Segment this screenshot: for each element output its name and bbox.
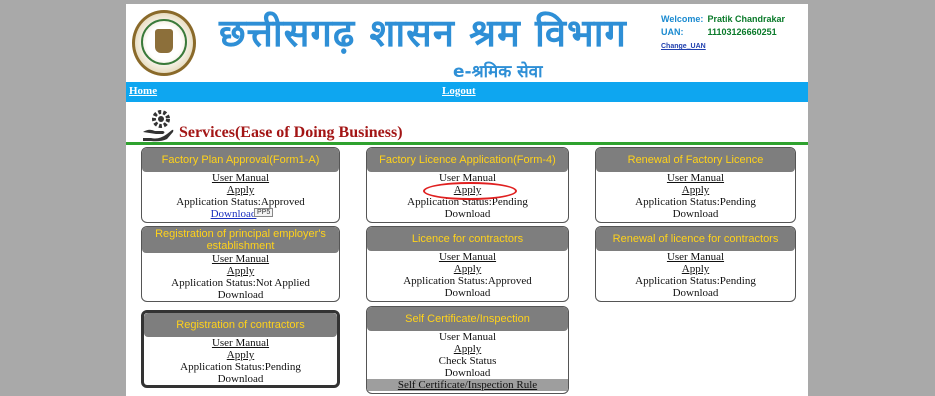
state-emblem-logo xyxy=(132,10,196,76)
emblem-lion-icon xyxy=(155,29,173,53)
download-link[interactable]: Download xyxy=(367,367,568,379)
card-factory-plan-approval: Factory Plan Approval(Form1-A) User Manu… xyxy=(141,147,340,223)
user-manual-link[interactable]: User Manual xyxy=(596,172,795,184)
user-manual-link[interactable]: User Manual xyxy=(596,251,795,263)
user-manual-link[interactable]: User Manual xyxy=(142,253,339,265)
card-renewal-factory-licence: Renewal of Factory Licence User Manual A… xyxy=(595,147,796,223)
apply-link[interactable]: Apply xyxy=(144,349,337,361)
download-link[interactable]: Download xyxy=(367,287,568,299)
card-self-certificate-inspection: Self Certificate/Inspection User Manual … xyxy=(366,306,569,394)
uan-label: UAN: xyxy=(661,27,684,37)
user-manual-link[interactable]: User Manual xyxy=(144,337,337,349)
service-subtitle: e-श्रमिक सेवा xyxy=(453,62,543,82)
card-body: User Manual Apply Application Status:Not… xyxy=(142,253,339,301)
download-link[interactable]: Download xyxy=(367,208,568,220)
department-title: छत्तीसगढ़ शासन श्रम विभाग xyxy=(219,11,627,55)
card-title: Registration of principal employer's est… xyxy=(142,227,339,253)
user-manual-link[interactable]: User Manual xyxy=(367,331,568,343)
card-title: Licence for contractors xyxy=(367,227,568,251)
apply-link[interactable]: Apply xyxy=(142,265,339,277)
user-manual-link[interactable]: User Manual xyxy=(142,172,339,184)
card-title: Self Certificate/Inspection xyxy=(367,307,568,331)
services-header: Services(Ease of Doing Business) xyxy=(141,108,801,142)
card-body: User Manual Apply Check Status Download … xyxy=(367,331,568,391)
uan-value: 11103126660251 xyxy=(707,27,777,37)
welcome-name: Pratik Chandrakar xyxy=(707,14,786,24)
card-title: Factory Plan Approval(Form1-A) xyxy=(142,148,339,172)
card-body: User Manual Apply Application Status:Pen… xyxy=(596,251,795,299)
header: छत्तीसगढ़ शासन श्रम विभाग e-श्रमिक सेवा … xyxy=(126,4,808,82)
application-status: Application Status:Pending xyxy=(635,275,756,287)
application-status: Application Status:Approved xyxy=(403,275,532,287)
card-body: User Manual Apply Application Status:App… xyxy=(367,251,568,299)
inspection-rule-link[interactable]: Self Certificate/Inspection Rule xyxy=(367,379,568,391)
application-status: Application Status:Approved xyxy=(176,196,305,208)
card-body: User Manual Apply Application Status:Pen… xyxy=(596,172,795,220)
page: छत्तीसगढ़ शासन श्रम विभाग e-श्रमिक सेवा … xyxy=(126,4,808,396)
nav-bar: Home Logout xyxy=(126,82,808,102)
apply-link[interactable]: Apply xyxy=(367,343,568,355)
card-renewal-licence-contractors: Renewal of licence for contractors User … xyxy=(595,226,796,302)
logout-link[interactable]: Logout xyxy=(442,85,476,97)
tooltip: PP5 xyxy=(254,208,274,217)
apply-link[interactable]: Apply xyxy=(142,184,339,196)
card-body: User Manual Apply Application Status:Pen… xyxy=(144,337,337,385)
card-title: Registration of contractors xyxy=(144,313,337,337)
application-status: Application Status:Pending xyxy=(635,196,756,208)
card-title: Renewal of licence for contractors xyxy=(596,227,795,251)
download-link[interactable]: Download xyxy=(142,289,339,301)
download-link[interactable]: Download xyxy=(144,373,337,385)
apply-link[interactable]: Apply xyxy=(596,184,795,196)
card-registration-of-contractors: Registration of contractors User Manual … xyxy=(141,310,340,388)
section-divider xyxy=(126,142,808,145)
welcome-label: Welcome: xyxy=(661,14,704,24)
change-uan-link[interactable]: Change_UAN xyxy=(661,43,706,50)
application-status: Application Status:Pending xyxy=(180,361,301,373)
check-status-link[interactable]: Check Status xyxy=(367,355,568,367)
card-body: User Manual Apply Application Status:App… xyxy=(142,172,339,220)
download-link[interactable]: Download xyxy=(142,208,339,220)
annotation-red-oval xyxy=(423,182,517,200)
card-licence-for-contractors: Licence for contractors User Manual Appl… xyxy=(366,226,569,302)
apply-link[interactable]: Apply xyxy=(367,263,568,275)
apply-link[interactable]: Apply xyxy=(596,263,795,275)
user-info: Welcome: Pratik Chandrakar UAN: 11103126… xyxy=(661,13,785,53)
download-link[interactable]: Download xyxy=(596,208,795,220)
card-title: Factory Licence Application(Form-4) xyxy=(367,148,568,172)
download-link[interactable]: Download xyxy=(596,287,795,299)
user-manual-link[interactable]: User Manual xyxy=(367,251,568,263)
gear-hand-icon xyxy=(143,110,174,142)
services-title: Services(Ease of Doing Business) xyxy=(179,124,403,141)
application-status: Application Status:Not Applied xyxy=(171,277,310,289)
card-registration-principal-employer: Registration of principal employer's est… xyxy=(141,226,340,302)
card-title: Renewal of Factory Licence xyxy=(596,148,795,172)
home-link[interactable]: Home xyxy=(129,85,157,97)
